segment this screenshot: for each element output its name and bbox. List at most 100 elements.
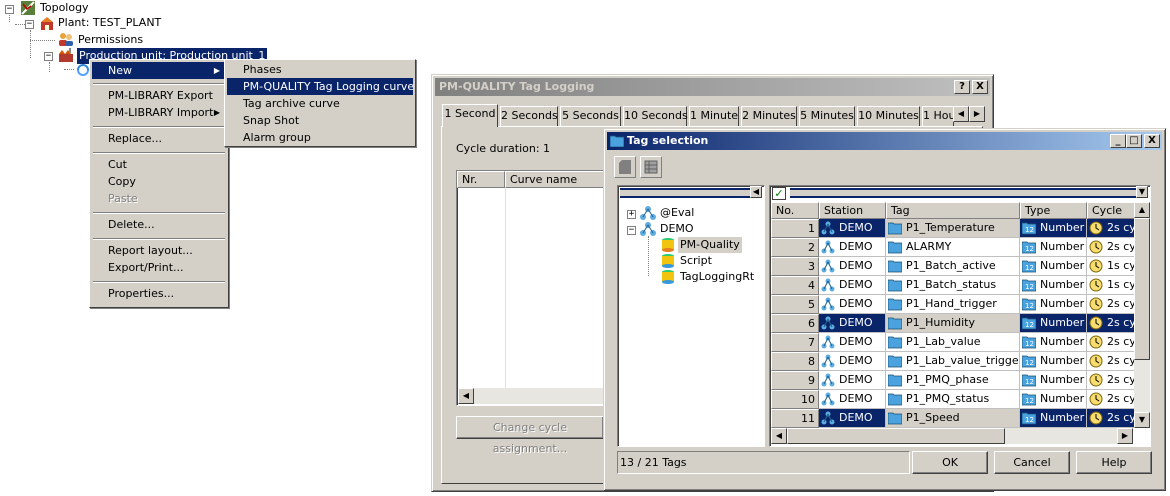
cell-no[interactable]: 11 <box>771 409 819 428</box>
cell-cycle[interactable]: 2s cy <box>1087 390 1135 409</box>
tree-item-tagloggingrt[interactable]: TagLoggingRt <box>680 269 754 285</box>
tab-1-minute[interactable]: 1 Minute <box>689 106 739 126</box>
menu-item-paste[interactable]: Paste <box>92 190 226 207</box>
scroll-left-icon[interactable]: ◀ <box>458 388 474 404</box>
cell-no[interactable]: 7 <box>771 333 819 352</box>
cell-tag[interactable]: P1_Hand_trigger <box>886 295 1020 314</box>
tree-scroll-icon[interactable]: ◀ <box>750 186 762 198</box>
h-scroll-thumb[interactable] <box>787 428 1005 444</box>
tab-5-seconds[interactable]: 5 Seconds <box>560 106 621 126</box>
scroll-right-icon[interactable]: ▶ <box>1117 428 1133 444</box>
tree-item-eval[interactable]: @Eval <box>660 205 694 221</box>
change-cycle-assignment-button[interactable]: Change cycle assignment... <box>456 416 604 455</box>
cell-no[interactable]: 1 <box>771 219 819 238</box>
tree-item-permissions[interactable]: Permissions <box>78 32 143 48</box>
tab-10-minutes[interactable]: 10 Minutes <box>857 106 920 126</box>
tag-list-button[interactable] <box>640 156 662 178</box>
curve-list[interactable]: Nr. Curve name ◀ <box>456 170 606 406</box>
collapse-icon[interactable]: − <box>5 5 14 14</box>
cell-no[interactable]: 9 <box>771 371 819 390</box>
collapse-icon[interactable]: − <box>44 52 53 61</box>
column-nr[interactable]: Nr. <box>457 171 505 188</box>
tab-1-second[interactable]: 1 Second <box>442 104 498 127</box>
menu-item-new[interactable]: New ▶ <box>92 62 226 79</box>
cell-station[interactable]: DEMO <box>819 295 886 314</box>
cell-type[interactable]: 12 Number <box>1020 314 1087 333</box>
column-no[interactable]: No. <box>771 202 819 219</box>
cell-cycle[interactable]: 2s cy <box>1087 333 1135 352</box>
cell-type[interactable]: 12 Number <box>1020 219 1087 238</box>
tree-item-plant[interactable]: Plant: TEST_PLANT <box>58 15 161 31</box>
tab-1-hour[interactable]: 1 Hou <box>922 106 954 126</box>
cell-cycle[interactable]: 1s cy <box>1087 257 1135 276</box>
menu-item-delete[interactable]: Delete... <box>92 216 226 233</box>
menu-item-copy[interactable]: Copy <box>92 173 226 190</box>
tree-item-script[interactable]: Script <box>680 253 712 269</box>
scroll-thumb[interactable] <box>1134 218 1150 360</box>
cell-no[interactable]: 6 <box>771 314 819 333</box>
help-title-button[interactable]: ? <box>954 80 970 94</box>
ok-button[interactable]: OK <box>912 451 988 474</box>
menu-item-export-print[interactable]: Export/Print... <box>92 259 226 276</box>
tree-item-topology[interactable]: Topology <box>40 0 89 16</box>
select-all-checkbox[interactable]: ✓ <box>772 187 786 200</box>
close-button[interactable]: X <box>1144 134 1160 148</box>
cell-tag[interactable]: ALARMY <box>886 238 1020 257</box>
tab-scroll-left-icon[interactable]: ◀ <box>953 106 969 122</box>
cell-cycle[interactable]: 2s cy <box>1087 314 1135 333</box>
cell-tag[interactable]: P1_Lab_value <box>886 333 1020 352</box>
vertical-scrollbar[interactable]: ▲ ▼ <box>1134 202 1150 428</box>
tab-2-seconds[interactable]: 2 Seconds <box>500 106 558 126</box>
cell-type[interactable]: 12 Number <box>1020 409 1087 428</box>
column-cycle[interactable]: Cycle <box>1087 202 1135 219</box>
cell-tag[interactable]: P1_Humidity <box>886 314 1020 333</box>
scroll-down-icon[interactable]: ▼ <box>1134 412 1150 428</box>
cell-no[interactable]: 3 <box>771 257 819 276</box>
cell-tag[interactable]: P1_PMQ_phase <box>886 371 1020 390</box>
tab-2-minutes[interactable]: 2 Minutes <box>741 106 797 126</box>
cell-type[interactable]: 12 Number <box>1020 295 1087 314</box>
menu-item-cut[interactable]: Cut <box>92 156 226 173</box>
cell-cycle[interactable]: 2s cy <box>1087 238 1135 257</box>
column-curve-name[interactable]: Curve name <box>505 171 605 188</box>
cell-tag[interactable]: P1_Speed <box>886 409 1020 428</box>
station-tree[interactable]: ◀ + @Eval − DEMO PM-Quality Script TagLo… <box>617 185 765 447</box>
submenu-item-snap-shot[interactable]: Snap Shot <box>227 112 413 129</box>
menu-item-library-import[interactable]: PM-LIBRARY Import ▶ <box>92 104 226 121</box>
column-type[interactable]: Type <box>1020 202 1087 219</box>
cell-station[interactable]: DEMO <box>819 333 886 352</box>
cell-no[interactable]: 2 <box>771 238 819 257</box>
tag-grid[interactable]: ✓ ▼ No. Station Tag Type Cycle 1 DEMO P1_T… <box>769 185 1151 447</box>
menu-item-replace[interactable]: Replace... <box>92 130 226 147</box>
cell-tag[interactable]: P1_Lab_value_trigger <box>886 352 1020 371</box>
cell-no[interactable]: 8 <box>771 352 819 371</box>
cell-cycle[interactable]: 2s cy <box>1087 371 1135 390</box>
cell-tag[interactable]: P1_Temperature <box>886 219 1020 238</box>
column-tag[interactable]: Tag <box>886 202 1020 219</box>
menu-item-properties[interactable]: Properties... <box>92 285 226 302</box>
column-station[interactable]: Station <box>819 202 886 219</box>
cell-cycle[interactable]: 2s cy <box>1087 219 1135 238</box>
tree-item-demo[interactable]: DEMO <box>660 221 694 237</box>
horizontal-scrollbar[interactable]: ◀ <box>458 388 604 404</box>
cell-no[interactable]: 10 <box>771 390 819 409</box>
horizontal-scrollbar[interactable]: ◀ ▶ <box>771 428 1133 444</box>
scroll-up-icon[interactable]: ▲ <box>1134 202 1150 218</box>
cell-type[interactable]: 12 Number <box>1020 352 1087 371</box>
close-title-button[interactable]: X <box>972 80 988 94</box>
cell-cycle[interactable]: 2s cy <box>1087 409 1135 428</box>
new-tag-button[interactable] <box>614 156 636 178</box>
submenu-item-alarm-group[interactable]: Alarm group <box>227 129 413 146</box>
collapse-icon[interactable]: − <box>25 20 34 29</box>
tab-scroll-right-icon[interactable]: ▶ <box>969 106 985 122</box>
cell-type[interactable]: 12 Number <box>1020 390 1087 409</box>
grid-dropdown-icon[interactable]: ▼ <box>1136 186 1148 198</box>
cell-station[interactable]: DEMO <box>819 352 886 371</box>
maximize-button[interactable]: □ <box>1126 134 1142 148</box>
tree-item-pm-quality[interactable]: PM-Quality <box>678 237 742 253</box>
cell-station[interactable]: DEMO <box>819 238 886 257</box>
scroll-left-icon[interactable]: ◀ <box>771 428 787 444</box>
menu-item-report-layout[interactable]: Report layout... <box>92 242 226 259</box>
cell-station[interactable]: DEMO <box>819 371 886 390</box>
cell-tag[interactable]: P1_Batch_active <box>886 257 1020 276</box>
